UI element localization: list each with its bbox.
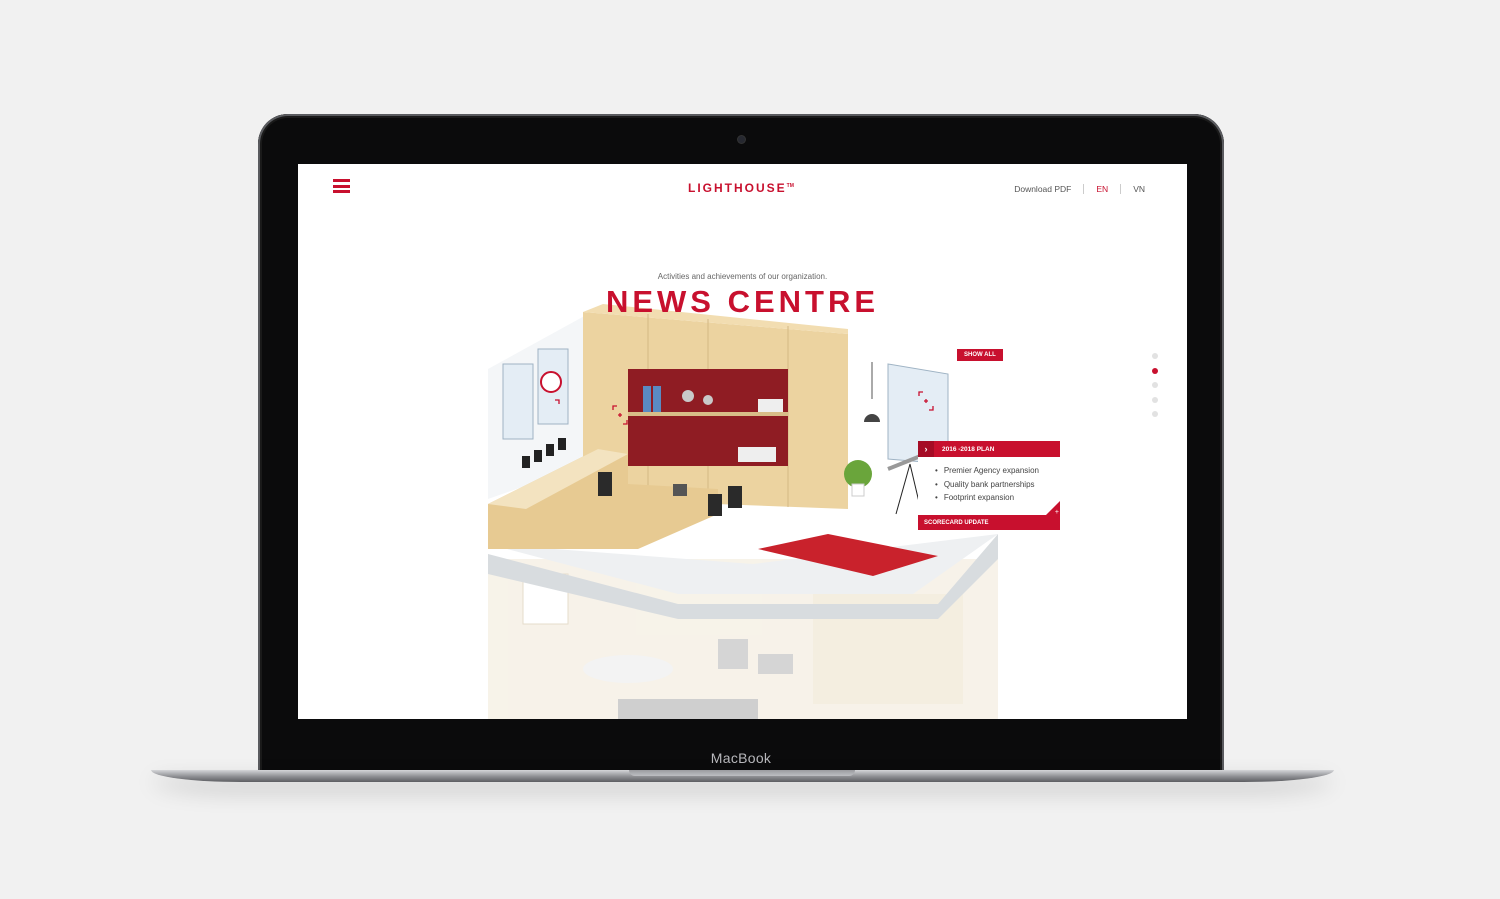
plus-icon[interactable]: +: [1055, 509, 1059, 516]
lang-vn-link[interactable]: VN: [1133, 184, 1145, 194]
top-nav: Download PDF EN VN: [1014, 184, 1145, 194]
plan-card-body: Premier Agency expansion Quality bank pa…: [918, 457, 1060, 516]
section-pager: [1152, 353, 1158, 426]
divider: [1083, 184, 1085, 194]
page-title: NEWS CENTRE: [605, 284, 880, 319]
macbook-notch: [629, 770, 855, 776]
plan-item: Footprint expansion: [935, 491, 1050, 505]
website-screen: LIGHTHOUSETM Download PDF EN VN Activiti…: [298, 164, 1187, 719]
scorecard-update-button[interactable]: SCORECARD UPDATE: [918, 515, 1060, 530]
plan-item: Quality bank partnerships: [935, 478, 1050, 492]
show-all-button[interactable]: SHOW ALL: [957, 349, 1003, 361]
download-pdf-link[interactable]: Download PDF: [1014, 184, 1071, 194]
pager-dot-active[interactable]: [1152, 367, 1158, 374]
lang-en-link[interactable]: EN: [1096, 184, 1108, 194]
pager-dot[interactable]: [1152, 382, 1158, 388]
pager-dot[interactable]: [1152, 396, 1158, 403]
logo[interactable]: LIGHTHOUSETM: [688, 181, 794, 195]
device-label: MacBook: [710, 750, 772, 766]
divider: [1120, 184, 1122, 194]
plan-card-title: 2016 -2018 PLAN: [942, 445, 995, 453]
menu-icon[interactable]: [333, 179, 350, 193]
plan-item: Premier Agency expansion: [935, 464, 1050, 478]
page-subtitle: Activities and achievements of our organ…: [657, 272, 828, 281]
plan-card: › 2016 -2018 PLAN Premier Agency expansi…: [918, 441, 1060, 530]
pager-dot[interactable]: [1152, 411, 1158, 417]
pager-dot[interactable]: [1152, 353, 1158, 359]
plan-card-header[interactable]: › 2016 -2018 PLAN: [918, 441, 1060, 457]
camera-icon: [738, 136, 745, 143]
chevron-right-icon[interactable]: ›: [918, 441, 934, 457]
